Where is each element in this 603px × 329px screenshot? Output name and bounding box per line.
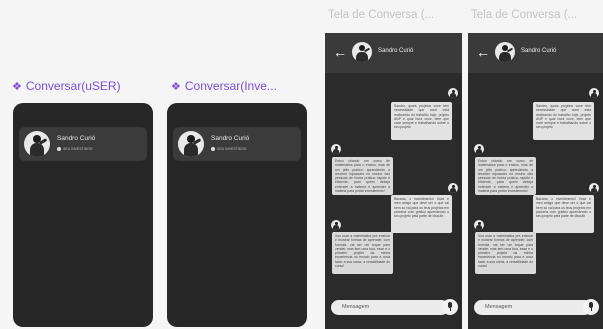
avatar — [474, 220, 484, 230]
contact-status-text: SEU INVESTIDOR — [217, 147, 247, 151]
chat-screen-1: ← Sandro Curió Sandro, quais projetos vo… — [325, 33, 462, 329]
chat-header: ← Sandro Curió — [325, 33, 462, 73]
component-diamond-icon: ❖ — [171, 80, 181, 93]
message-input-placeholder: Mensagem — [485, 304, 513, 310]
status-dot-icon — [211, 147, 215, 151]
frame-label-conversar-user: ❖ Conversar(uSER) — [12, 79, 121, 93]
chat-contact-name: Sandro Curió — [378, 48, 414, 54]
frame-label-tela-conversa-1: Tela de Conversa (... — [328, 9, 434, 21]
avatar — [474, 144, 484, 154]
chat-header: ← Sandro Curió — [468, 33, 603, 73]
message-bubble: Estou criando um curso de matematica par… — [475, 157, 536, 195]
avatar — [352, 42, 372, 62]
mic-button[interactable] — [442, 299, 458, 315]
avatar — [24, 131, 50, 157]
message-bubble: Sandro, quais projetos voce tem necessid… — [391, 102, 452, 140]
message-bubble: Vou usar a matematica pra ensinar e most… — [332, 232, 393, 274]
contact-status-text: SEU INVESTIDOR — [63, 147, 93, 151]
avatar — [495, 42, 515, 62]
frame-label-conversar-investidor: ❖ Conversar(Inve... — [171, 79, 277, 93]
chat-contact-name: Sandro Curió — [521, 48, 557, 54]
component-diamond-icon: ❖ — [12, 80, 22, 93]
chat-screen-2: ← Sandro Curió Sandro, quais projetos vo… — [468, 33, 603, 329]
contact-name: Sandro Curió — [211, 135, 250, 142]
avatar — [448, 183, 458, 193]
contact-status: SEU INVESTIDOR — [211, 147, 247, 151]
message-bubble: Bacana, o investimento! Voce e meu amigo… — [533, 195, 594, 233]
back-arrow-icon[interactable]: ← — [333, 45, 347, 59]
contact-card[interactable]: Sandro Curió SEU INVESTIDOR — [19, 127, 147, 161]
avatar — [331, 220, 341, 230]
contact-card[interactable]: Sandro Curió SEU INVESTIDOR — [173, 127, 301, 161]
frame-label-text: Tela de Conversa (... — [471, 9, 578, 21]
mic-button[interactable] — [583, 299, 599, 315]
message-bubble: Vou usar a matematica pra ensinar e most… — [475, 232, 536, 274]
frame-label-text: Tela de Conversa (... — [328, 9, 435, 21]
frame-label-text: Conversar(Inve... — [184, 79, 277, 93]
frame-label-tela-conversa-2: Tela de Conversa (... — [471, 9, 577, 21]
conversations-screen-investor: Sandro Curió SEU INVESTIDOR — [167, 103, 307, 327]
message-input-placeholder: Mensagem — [342, 304, 370, 310]
message-input[interactable]: Mensagem — [474, 300, 592, 315]
message-bubble: Bacana, o investimento! Voce e meu amigo… — [391, 195, 452, 233]
conversations-screen-user: Sandro Curió SEU INVESTIDOR — [13, 103, 153, 327]
status-dot-icon — [57, 147, 61, 151]
avatar — [448, 88, 458, 98]
message-input[interactable]: Mensagem — [331, 300, 449, 315]
avatar — [331, 144, 341, 154]
frame-label-text: Conversar(uSER) — [25, 79, 121, 93]
back-arrow-icon[interactable]: ← — [476, 45, 490, 59]
avatar — [178, 131, 204, 157]
avatar — [589, 183, 599, 193]
message-bubble: Estou criando um curso de matematica par… — [332, 157, 393, 195]
contact-status: SEU INVESTIDOR — [57, 147, 93, 151]
contact-name: Sandro Curió — [57, 135, 96, 142]
message-bubble: Sandro, quais projetos voce tem necessid… — [533, 102, 594, 140]
avatar — [589, 88, 599, 98]
